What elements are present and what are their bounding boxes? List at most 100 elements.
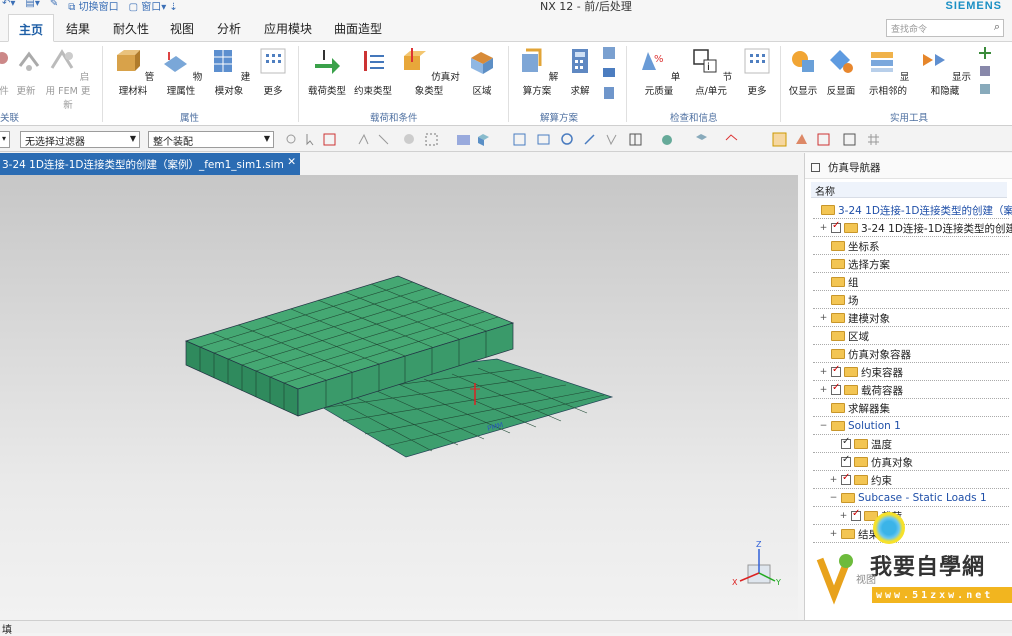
part-button[interactable]: 件 [0,46,14,97]
tree-node[interactable]: 区域 [819,327,869,345]
constraint-type-button[interactable]: 约束类型 [352,46,394,97]
layout-icon[interactable] [628,132,643,147]
work-grid-icon[interactable] [866,132,881,147]
reverse-face-button[interactable]: 反显面 [824,46,858,97]
tree-node[interactable]: 温度 [829,435,892,453]
solve-options-icon[interactable] [602,46,616,60]
select-orange-icon[interactable] [772,132,787,147]
lasso-icon[interactable] [424,132,439,147]
solution-button[interactable]: 解算方案 [514,46,560,97]
manage-materials-button[interactable]: 管理材料 [110,46,156,97]
tree-node[interactable]: + 载荷容器 [819,381,903,399]
tree-expander-icon[interactable]: + [819,313,828,323]
graphics-viewport[interactable]: PMM Z X Y [0,175,798,620]
command-search-input[interactable]: 查找命令 ⌕ [886,19,1004,37]
tree-expander-icon[interactable]: + [829,475,838,485]
brush-icon[interactable]: ✎ [50,0,58,13]
tree-node[interactable]: − Subcase - Static Loads 1 [829,489,987,507]
window-button[interactable]: ▢ 窗口▾ ⇣ [129,0,178,13]
tab-view[interactable]: 视图 [170,20,194,37]
element-quality-button[interactable]: % 单元质量 [634,46,684,97]
type-filter-select[interactable]: 无选择过滤器 ▼ [20,131,140,148]
select-color-icon[interactable] [794,132,809,147]
render-style-icon[interactable] [660,132,675,147]
more-inspect-button[interactable]: 更多 [742,46,772,97]
switch-window-button[interactable]: ⧉ 切换窗口 [68,0,118,13]
tab-results[interactable]: 结果 [66,20,90,37]
select-box-icon[interactable] [322,132,337,147]
tab-home[interactable]: 主页 [8,14,55,42]
zoom-view-icon[interactable] [536,132,551,147]
tree-expander-icon[interactable]: + [819,385,828,395]
load-type-button[interactable]: 载荷类型 [306,46,348,97]
tree-expander-icon[interactable]: + [819,223,828,233]
solve-button[interactable]: 求解 [564,46,596,97]
display-mode-icon[interactable] [724,132,739,147]
panel-toggle-icon[interactable] [811,163,820,172]
visibility-checkbox[interactable] [831,220,841,233]
tree-expander-icon[interactable]: + [819,367,828,377]
tree-node[interactable]: +3-24 1D连接-1D连接类型的创建 [819,219,1012,237]
physical-properties-button[interactable]: 物理属性 [158,46,204,97]
name-column-header[interactable]: 名称 [811,182,1007,198]
show-adjacent-button[interactable]: 显示相邻的 [862,46,914,97]
undo-icon[interactable]: ↶▾ [2,0,15,13]
show-hide-button[interactable]: 显示和隐藏 [918,46,972,97]
visibility-checkbox[interactable] [831,382,841,395]
shaded-view-icon[interactable] [456,132,471,147]
tab-applications[interactable]: 应用模块 [264,20,312,37]
tree-node[interactable]: 求解器集 [819,399,890,417]
identify-icon[interactable] [978,64,992,78]
edit-section-icon[interactable] [694,132,709,147]
enable-fem-update-button[interactable]: 启用 FEM 更新 [44,46,92,111]
selection-scope-select[interactable]: 整个装配 ▼ [148,131,274,148]
tree-node[interactable]: + 约束容器 [819,363,903,381]
visibility-checkbox[interactable] [841,472,851,485]
visibility-checkbox[interactable] [841,436,851,449]
pan-icon[interactable] [582,132,597,147]
rotate-icon[interactable] [560,132,575,147]
document-icon[interactable]: ▤▾ [25,0,39,13]
cube-view-icon[interactable] [476,132,491,147]
report-icon[interactable] [602,86,616,100]
tab-durability[interactable]: 耐久性 [113,20,149,37]
tab-analysis[interactable]: 分析 [217,20,241,37]
select-body-icon[interactable] [402,132,417,147]
select-feature-icon[interactable] [356,132,371,147]
visibility-checkbox[interactable] [841,454,851,467]
tree-expander-icon[interactable]: − [819,421,828,431]
tree-node[interactable]: 坐标系 [819,237,880,255]
tab-surface[interactable]: 曲面造型 [334,20,382,37]
tree-node[interactable]: 仿真对象 [829,453,913,471]
tree-node[interactable]: + 约束 [829,471,892,489]
region-button[interactable]: 区域 [466,46,498,97]
snap-grid-icon[interactable] [842,132,857,147]
measure-icon[interactable] [978,82,992,96]
document-tab[interactable]: 3-24 1D连接-1D连接类型的创建（案例）_fem1_sim1.sim ✕ [0,153,300,175]
tree-node[interactable]: + 结果 [829,525,879,543]
simulation-object-type-button[interactable]: 仿真对象类型 [398,46,460,97]
show-only-button[interactable]: 仅显示 [786,46,820,97]
tree-node[interactable]: 场 [819,291,859,309]
snap-point-icon[interactable] [284,132,299,147]
tree-expander-icon[interactable]: + [829,529,838,539]
tree-expander-icon[interactable]: − [829,493,838,503]
monitor-icon[interactable] [602,66,616,80]
tree-node[interactable]: 选择方案 [819,255,890,273]
tree-node[interactable]: 仿真对象容器 [819,345,911,363]
orient-icon[interactable] [604,132,619,147]
cursor-icon[interactable] [304,132,319,147]
tree-node[interactable]: + 建模对象 [819,309,890,327]
node-element-button[interactable]: i 节点/单元 [686,46,736,97]
close-icon[interactable]: ✕ [287,156,296,168]
add-icon[interactable] [978,46,992,60]
visibility-checkbox[interactable] [831,364,841,377]
menu-dropdown[interactable]: ▾ [0,131,10,148]
visibility-checkbox[interactable] [851,508,861,521]
tree-node[interactable]: 组 [819,273,859,291]
more-properties-button[interactable]: 更多 [256,46,290,97]
grid-select-icon[interactable] [816,132,831,147]
tree-expander-icon[interactable]: + [839,511,848,521]
modeling-objects-button[interactable]: 建模对象 [206,46,252,97]
fit-view-icon[interactable] [512,132,527,147]
